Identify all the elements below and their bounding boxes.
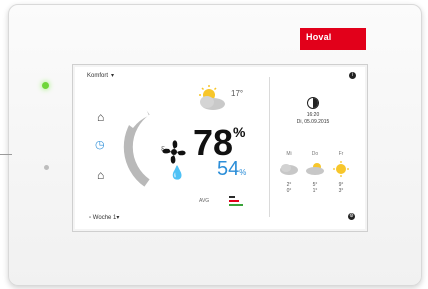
panel-divider bbox=[269, 77, 270, 217]
target-humidity[interactable]: 54% bbox=[217, 159, 246, 183]
droplet-icon: 💧 bbox=[169, 165, 186, 180]
home-icon[interactable]: ⌂ bbox=[97, 111, 104, 123]
humidity-value: 78 bbox=[193, 122, 234, 163]
day-night-icon bbox=[307, 97, 319, 109]
forecast-day-1: Mi bbox=[286, 151, 292, 157]
cable bbox=[0, 154, 12, 155]
cloud-sun-icon bbox=[306, 163, 324, 175]
week-program-label: Woche 1 bbox=[92, 215, 117, 221]
status-led-off bbox=[44, 165, 49, 170]
mode-label: Komfort bbox=[87, 73, 109, 79]
week-program-selector[interactable]: ▫ Woche 1▾ bbox=[89, 214, 119, 221]
forecast-temps-2: 5° 1° bbox=[305, 182, 325, 194]
forecast-low-3: 3° bbox=[338, 188, 344, 194]
clock-icon[interactable]: ◷ bbox=[95, 139, 105, 151]
fan-icon[interactable] bbox=[157, 135, 191, 169]
sun-cloud-icon bbox=[199, 85, 225, 110]
cloud-icon bbox=[280, 164, 298, 175]
outdoor-temperature: 17° bbox=[231, 89, 244, 98]
mode-selector[interactable]: Komfort ▾ bbox=[87, 72, 114, 79]
forecast-day-3: Fr bbox=[338, 151, 344, 157]
brand-logo: Hoval bbox=[300, 28, 366, 50]
air-quality-bars-icon bbox=[221, 192, 245, 210]
avg-label: AVG bbox=[199, 198, 210, 204]
forecast-temps-1: 2° 0° bbox=[279, 182, 299, 194]
forecast-day-2: Do bbox=[311, 151, 319, 157]
info-icon[interactable]: i bbox=[349, 72, 356, 79]
forecast-temps-3: 9° 3° bbox=[331, 182, 351, 194]
chevron-down-icon: ▾ bbox=[111, 73, 115, 79]
forecast-low-1: 0° bbox=[286, 188, 292, 194]
forecast-low-2: 1° bbox=[312, 188, 318, 194]
humidity-unit: % bbox=[233, 124, 246, 140]
sun-icon bbox=[333, 161, 349, 177]
target-humidity-unit: % bbox=[239, 168, 247, 177]
home-away-icon[interactable]: ⌂ bbox=[97, 169, 104, 181]
target-humidity-value: 54 bbox=[217, 158, 240, 180]
status-led-green bbox=[42, 82, 49, 89]
chevron-down-icon: ▾ bbox=[116, 215, 120, 221]
gear-icon[interactable]: ⚙ bbox=[348, 213, 355, 220]
current-humidity: 78% bbox=[193, 125, 246, 161]
clock-date: Di, 05.09.2015 bbox=[296, 119, 330, 125]
touch-screen: Komfort ▾ i ⌂ ◷ ⌂ ε 17° 78% 💧 54% AVG ▫ … bbox=[72, 64, 368, 232]
clock-time: 16:20 bbox=[306, 112, 320, 118]
